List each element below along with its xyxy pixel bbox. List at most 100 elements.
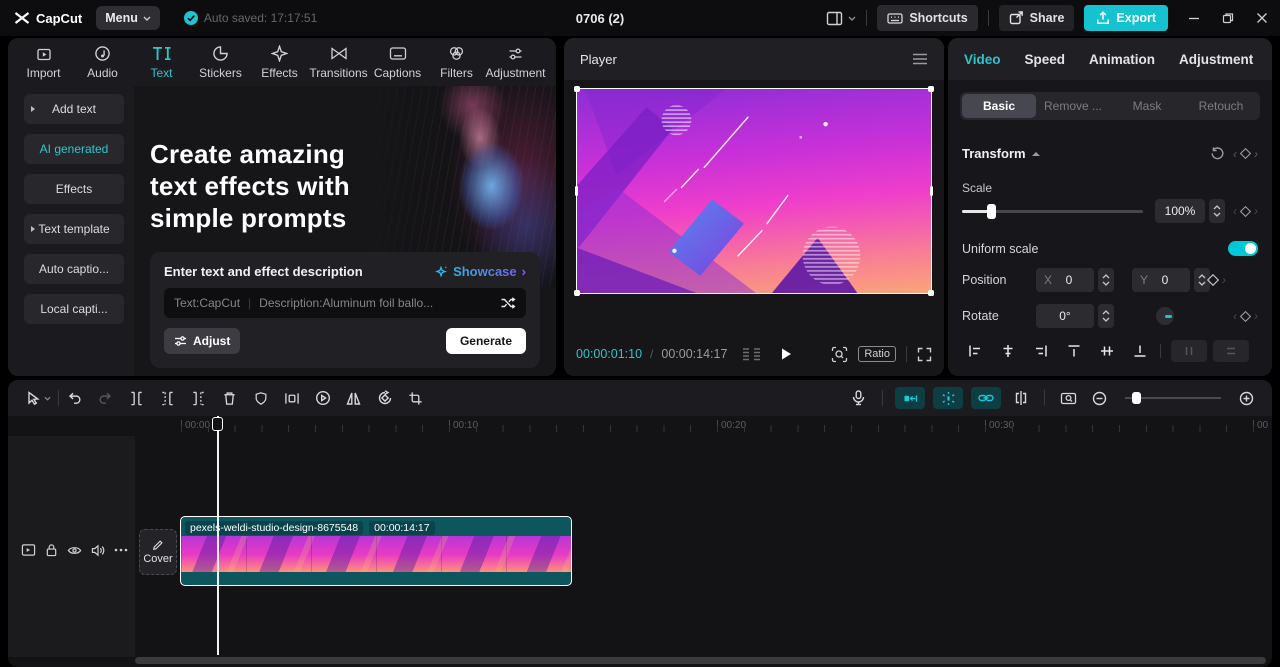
tab-stickers[interactable]: Stickers xyxy=(191,45,250,80)
align-left-icon[interactable] xyxy=(958,340,991,362)
cover-button[interactable]: Cover xyxy=(139,529,177,575)
speed-tool[interactable] xyxy=(307,386,338,410)
tab-effects[interactable]: Effects xyxy=(250,45,309,80)
tab-filters[interactable]: Filters xyxy=(427,45,486,80)
position-x-field[interactable]: X0 xyxy=(1036,268,1094,292)
restore-button[interactable] xyxy=(1222,12,1234,24)
playhead-handle[interactable] xyxy=(212,417,223,431)
auto-snap-toggle[interactable] xyxy=(895,387,925,409)
align-center-vertical-icon[interactable] xyxy=(1090,340,1123,362)
delete-left-tool[interactable] xyxy=(152,386,183,410)
mask-tool[interactable] xyxy=(245,386,276,410)
play-button[interactable] xyxy=(779,347,793,361)
eye-icon[interactable] xyxy=(67,545,82,556)
tab-video[interactable]: Video xyxy=(964,52,1001,67)
tab-adjustment[interactable]: Adjustment xyxy=(1179,52,1253,67)
subtab-mask[interactable]: Mask xyxy=(1110,94,1184,118)
rotate-keyframe[interactable]: ‹ › xyxy=(1233,310,1258,323)
adjust-button[interactable]: Adjust xyxy=(164,328,241,354)
tab-speed[interactable]: Speed xyxy=(1025,52,1066,67)
mute-icon[interactable] xyxy=(91,544,105,557)
align-center-horizontal-icon[interactable] xyxy=(991,340,1024,362)
video-clip[interactable]: pexels-weldi-studio-design-8675548 00:00… xyxy=(180,516,572,586)
resize-handle[interactable] xyxy=(575,186,578,196)
rotate-dial[interactable] xyxy=(1156,307,1174,325)
subtab-retouch[interactable]: Retouch xyxy=(1184,94,1258,118)
align-bottom-icon[interactable] xyxy=(1123,340,1156,362)
tab-adjustment[interactable]: Adjustment xyxy=(485,45,546,80)
delete-right-tool[interactable] xyxy=(183,386,214,410)
tab-import[interactable]: Import xyxy=(14,45,73,80)
uniform-scale-toggle[interactable] xyxy=(1228,241,1258,256)
resize-handle[interactable] xyxy=(928,86,934,92)
subtab-basic[interactable]: Basic xyxy=(962,94,1036,118)
generate-button[interactable]: Generate xyxy=(445,328,526,354)
scale-slider[interactable] xyxy=(962,203,1143,219)
split-adsorb-tool[interactable] xyxy=(1005,386,1036,410)
prompt-input[interactable]: Text:CapCut | Description:Aluminum foil … xyxy=(164,288,526,318)
timeline-zoom-thumb[interactable] xyxy=(1132,392,1141,404)
timeline-scrollbar[interactable] xyxy=(135,657,1266,664)
menu-button[interactable]: Menu xyxy=(96,6,160,30)
resize-handle[interactable] xyxy=(930,186,933,196)
ratio-button[interactable]: Ratio xyxy=(858,346,896,362)
player-menu-icon[interactable] xyxy=(912,53,928,65)
sidebar-item-auto-captions[interactable]: Auto captio... xyxy=(24,254,124,284)
minimize-button[interactable] xyxy=(1188,12,1200,24)
scale-value[interactable]: 100% xyxy=(1155,199,1205,223)
redo-button[interactable] xyxy=(90,386,121,410)
share-button[interactable]: Share xyxy=(998,5,1075,31)
rotate-field[interactable]: 0° xyxy=(1036,304,1094,328)
delete-button[interactable] xyxy=(214,386,245,410)
rotate-tool[interactable] xyxy=(369,386,400,410)
resize-handle[interactable] xyxy=(574,290,580,296)
shuffle-icon[interactable] xyxy=(500,296,516,310)
distribute-vertical-icon[interactable] xyxy=(1213,340,1249,362)
zoom-in-button[interactable] xyxy=(1231,386,1262,410)
position-x-stepper[interactable] xyxy=(1098,268,1114,292)
position-keyframe[interactable]: › xyxy=(1206,273,1226,287)
lock-icon[interactable] xyxy=(45,543,58,557)
frame-step-icon[interactable] xyxy=(741,347,763,361)
sidebar-item-ai-generated[interactable]: AI generated xyxy=(24,134,124,164)
link-toggle[interactable] xyxy=(971,387,1001,409)
distribute-horizontal-icon[interactable] xyxy=(1171,340,1207,362)
scale-slider-thumb[interactable] xyxy=(986,203,996,219)
select-tool[interactable] xyxy=(18,386,58,410)
tab-captions[interactable]: Captions xyxy=(368,45,427,80)
timeline-zoom-slider[interactable] xyxy=(1125,392,1221,404)
sidebar-item-effects[interactable]: Effects xyxy=(24,174,124,204)
sidebar-item-text-template[interactable]: Text template xyxy=(24,214,124,244)
record-voiceover-button[interactable] xyxy=(843,386,874,410)
zoom-out-button[interactable] xyxy=(1084,386,1115,410)
rotate-stepper[interactable] xyxy=(1098,304,1114,328)
more-icon[interactable] xyxy=(114,548,128,552)
shortcuts-button[interactable]: Shortcuts xyxy=(877,5,978,31)
close-button[interactable] xyxy=(1256,12,1268,24)
transform-keyframe[interactable]: ‹ › xyxy=(1233,147,1258,160)
align-top-icon[interactable] xyxy=(1057,340,1090,362)
preview-quality-icon[interactable] xyxy=(831,346,848,363)
undo-button[interactable] xyxy=(59,386,90,410)
preview-frame-button[interactable] xyxy=(1053,386,1084,410)
showcase-link[interactable]: Showcase › xyxy=(435,264,526,279)
tab-animation[interactable]: Animation xyxy=(1089,52,1155,67)
timeline-ruler[interactable]: 00:00 00:10 00:20 00:30 00 xyxy=(8,416,1272,436)
split-tool[interactable] xyxy=(121,386,152,410)
mirror-tool[interactable] xyxy=(338,386,369,410)
fullscreen-icon[interactable] xyxy=(917,347,932,362)
export-button[interactable]: Export xyxy=(1084,5,1168,31)
tab-text[interactable]: Text xyxy=(132,45,191,80)
video-preview[interactable] xyxy=(574,86,934,296)
sidebar-item-local-captions[interactable]: Local capti... xyxy=(24,294,124,324)
layout-toggle[interactable] xyxy=(826,11,856,26)
tab-transitions[interactable]: Transitions xyxy=(309,45,368,80)
sidebar-item-add-text[interactable]: Add text xyxy=(24,94,124,124)
align-right-icon[interactable] xyxy=(1024,340,1057,362)
scale-stepper[interactable] xyxy=(1209,199,1225,223)
position-y-field[interactable]: Y0 xyxy=(1132,268,1190,292)
resize-handle[interactable] xyxy=(928,290,934,296)
tab-audio[interactable]: Audio xyxy=(73,45,132,80)
reset-icon[interactable] xyxy=(1210,146,1225,161)
preview-axis-toggle[interactable] xyxy=(933,387,963,409)
